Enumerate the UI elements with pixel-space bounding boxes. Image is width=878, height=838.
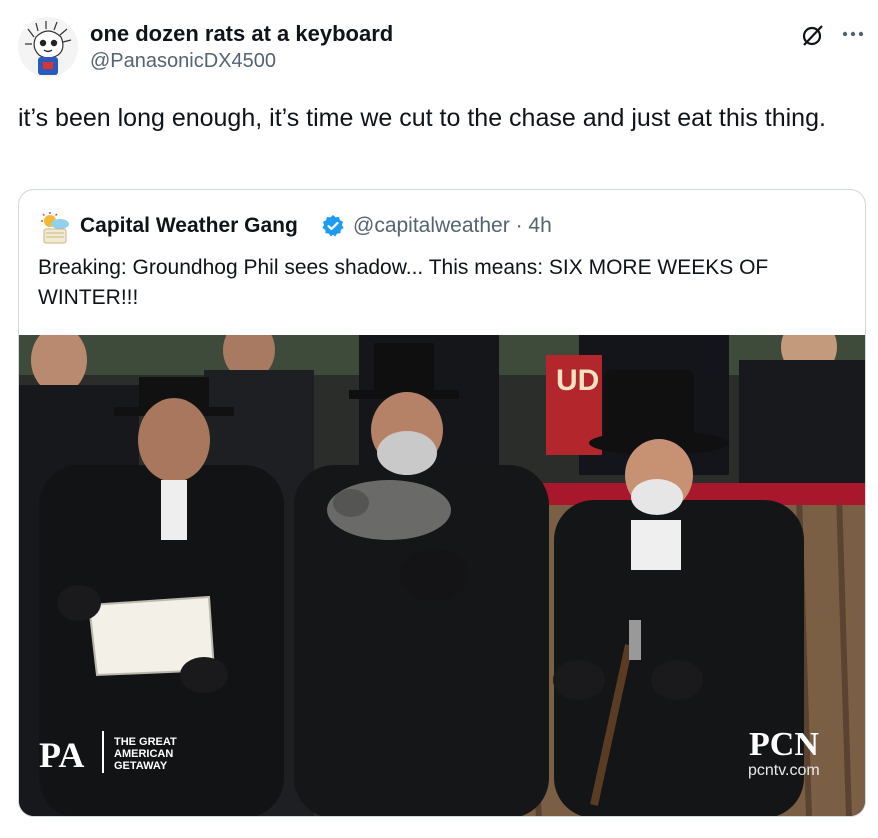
- author-handle[interactable]: @PanasonicDX4500: [90, 50, 276, 73]
- groundhog-day-photo[interactable]: UD PA THE GREAT AMERICAN GETAWAY PCN pcn…: [19, 335, 866, 817]
- author-avatar[interactable]: [18, 17, 78, 77]
- quoted-tweet-card[interactable]: Capital Weather Gang @capitalweather · 4…: [18, 189, 866, 817]
- getaway-line-1: THE GREAT: [114, 736, 177, 748]
- tweet-text: it’s been long enough, it’s time we cut …: [18, 104, 826, 132]
- pcn-logo-text: PCN: [749, 726, 819, 763]
- quoted-tweet-text: Breaking: Groundhog Phil sees shadow... …: [38, 256, 769, 309]
- author-display-name[interactable]: one dozen rats at a keyboard: [90, 21, 393, 47]
- pcn-url-text: pcntv.com: [748, 762, 820, 779]
- grok-icon[interactable]: [801, 23, 825, 47]
- rat-mascot-avatar: [18, 17, 78, 77]
- pcn-logo: PCN pcntv.com: [748, 726, 820, 779]
- pa-logo-text: PA: [39, 735, 84, 775]
- getaway-line-3: GETAWAY: [114, 760, 168, 772]
- quoted-handle-time[interactable]: @capitalweather · 4h: [353, 214, 552, 238]
- weather-sun-cloud-avatar: [41, 212, 69, 244]
- getaway-line-2: AMERICAN: [114, 748, 173, 760]
- verified-badge-icon: [322, 215, 344, 237]
- sign-text: UD: [556, 364, 599, 397]
- quoted-display-name[interactable]: Capital Weather Gang: [80, 214, 298, 238]
- more-icon[interactable]: [840, 23, 866, 45]
